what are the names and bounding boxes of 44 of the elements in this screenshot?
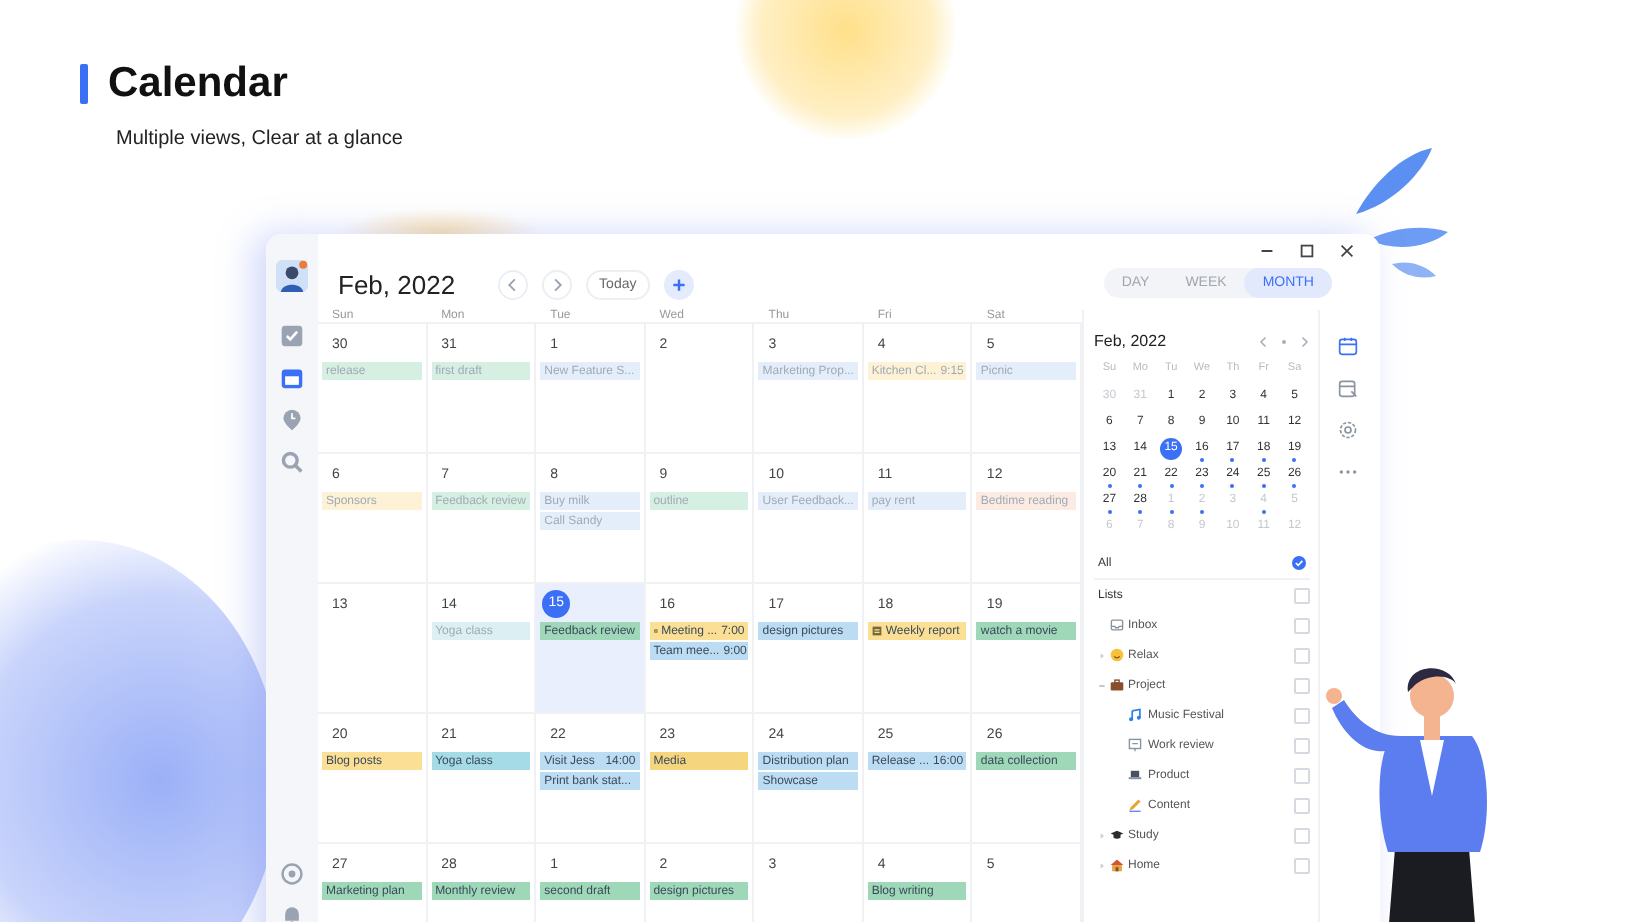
pen-icon [1128,798,1142,812]
checkbox[interactable] [1294,797,1310,813]
close-icon[interactable] [1338,242,1356,260]
avatar-icon [276,260,308,292]
month-title: Feb, 2022 [338,269,456,299]
dot-icon[interactable] [1278,335,1290,347]
briefcase-icon [1110,678,1124,692]
mini-calendar-title: Feb, 2022 [1094,332,1167,350]
checkbox[interactable] [1294,827,1310,843]
calendar-icon[interactable] [280,366,304,390]
graduation-cap-icon [1110,828,1124,842]
page-subtitle: Multiple views, Clear at a glance [116,128,403,150]
settings-icon[interactable] [280,862,304,886]
next-month-icon[interactable] [1298,335,1310,347]
checkbox[interactable] [1294,737,1310,753]
page-title: Calendar [108,60,288,108]
checkbox[interactable] [1294,767,1310,783]
bell-icon[interactable] [280,902,304,922]
add-button[interactable] [664,269,695,299]
checkbox[interactable] [1294,677,1310,693]
checkbox-icon[interactable] [280,324,304,348]
previous-month-icon[interactable] [1258,335,1270,347]
music-note-icon [1128,708,1142,722]
laptop-icon [1128,768,1142,782]
search-icon[interactable] [280,450,304,474]
next-button[interactable] [541,269,572,299]
checkbox[interactable] [1294,857,1310,873]
checkbox[interactable] [1294,617,1310,633]
house-icon [1110,858,1124,872]
check-circle-icon[interactable] [1292,556,1306,570]
maximize-icon[interactable] [1298,242,1316,260]
previous-button[interactable] [497,269,528,299]
pin-icon[interactable] [280,408,304,432]
checkbox[interactable] [1294,647,1310,663]
tray-icon [1110,618,1124,632]
board-icon [1128,738,1142,752]
calendar-edit-icon[interactable] [1338,378,1358,398]
calendar-icon[interactable] [1338,336,1358,356]
gear-icon[interactable] [1338,420,1358,440]
smiley-icon [1110,648,1124,662]
checkbox[interactable] [1294,707,1310,723]
checkbox[interactable] [1294,587,1310,603]
accent-bar [80,64,88,104]
caret-icon[interactable] [1098,681,1106,689]
